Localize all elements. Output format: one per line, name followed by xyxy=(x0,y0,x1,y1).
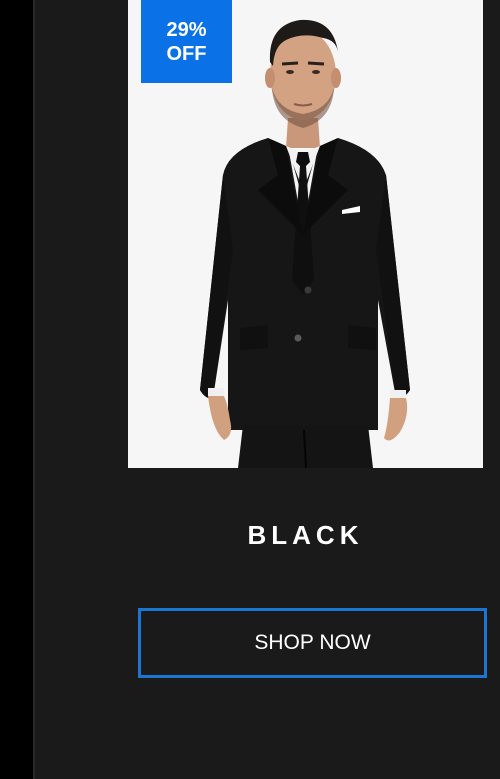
shop-now-button[interactable]: SHOP NOW xyxy=(138,608,487,678)
discount-badge: 29% OFF xyxy=(141,0,232,83)
product-color-name: BLACK xyxy=(247,520,364,550)
discount-percent: 29% xyxy=(166,18,207,41)
page: 29% OFF BLACK SHOP NOW xyxy=(0,0,500,779)
left-gutter xyxy=(0,0,33,779)
discount-label: OFF xyxy=(166,42,207,65)
